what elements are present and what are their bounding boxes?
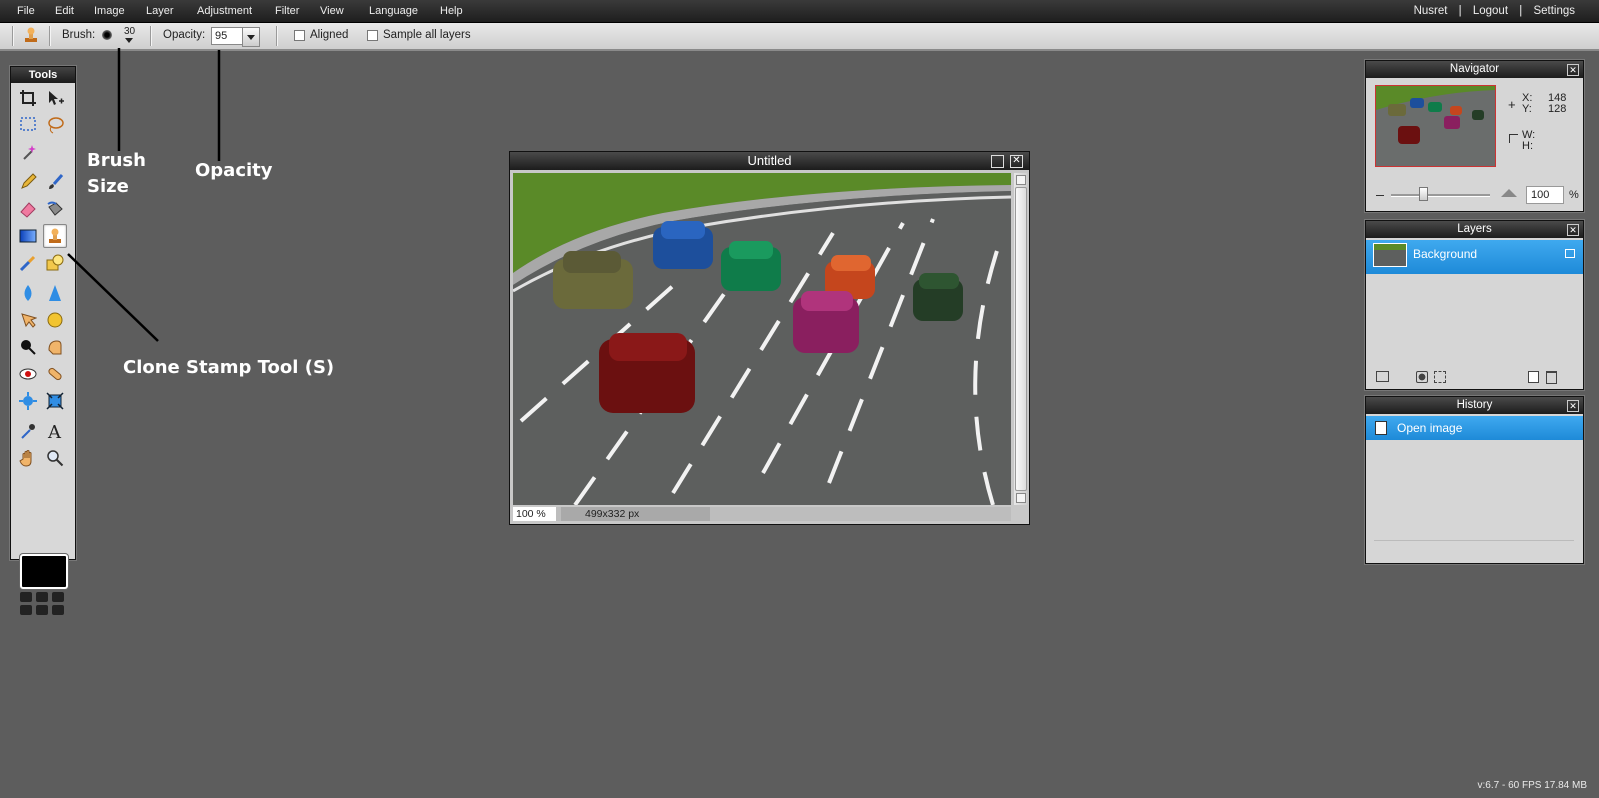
layer-row[interactable]: Background (1366, 240, 1583, 274)
clone-stamp-annotation: Clone Stamp Tool (S) (123, 357, 335, 378)
close-icon[interactable]: ✕ (1567, 64, 1579, 76)
zoom-in-icon[interactable] (1501, 189, 1517, 197)
document-title: Untitled (747, 153, 792, 168)
layers-header[interactable]: Layers ✕ (1366, 221, 1583, 238)
close-icon[interactable]: ✕ (1010, 155, 1023, 168)
document-statusbar: 100 % 499x332 px (513, 507, 1011, 521)
y-value: 128 (1548, 103, 1567, 115)
history-title: History (1456, 399, 1493, 411)
layer-settings-icon[interactable] (1434, 371, 1446, 383)
crosshair-icon: + (1508, 97, 1516, 112)
selection-size-icon (1509, 134, 1518, 143)
zoom-unit: % (1569, 189, 1579, 201)
navigator-thumbnail[interactable] (1375, 85, 1496, 167)
zoom-out-icon[interactable] (1376, 192, 1384, 196)
navigator-zoom-input[interactable]: 100 (1526, 186, 1564, 204)
new-layer-icon[interactable] (1528, 371, 1539, 383)
layer-mask-icon[interactable] (1416, 371, 1428, 383)
scroll-up-icon[interactable] (1016, 175, 1026, 185)
close-icon[interactable]: ✕ (1567, 224, 1579, 236)
brush-size-annotation-line2: Size (87, 176, 129, 197)
layer-name: Background (1413, 247, 1478, 261)
zoom-slider[interactable] (1391, 194, 1490, 197)
divider (1374, 540, 1574, 541)
scroll-thumb[interactable] (1015, 187, 1027, 491)
layer-style-icon[interactable] (1376, 371, 1389, 382)
vertical-scrollbar[interactable] (1014, 173, 1027, 505)
navigator-title: Navigator (1449, 63, 1500, 75)
layers-title: Layers (1457, 223, 1492, 235)
opacity-annotation: Opacity (195, 160, 273, 181)
document-window: Untitled ✕ 100 % 499x332 px (509, 151, 1030, 525)
scroll-down-icon[interactable] (1016, 493, 1026, 503)
zoom-slider-handle[interactable] (1419, 187, 1428, 201)
brush-size-annotation: Brush Size (87, 148, 146, 200)
zoom-level-input[interactable]: 100 % (513, 507, 556, 521)
history-item[interactable]: Open image (1366, 416, 1583, 440)
brush-size-annotation-line1: Brush (87, 150, 146, 171)
history-item-label: Open image (1397, 421, 1463, 435)
h-label: H: (1522, 140, 1533, 152)
document-titlebar[interactable]: Untitled ✕ (510, 152, 1029, 170)
navigator-header[interactable]: Navigator ✕ (1366, 61, 1583, 78)
history-panel: History ✕ Open image (1365, 396, 1584, 564)
layers-panel: Layers ✕ Background (1365, 220, 1584, 390)
image-canvas[interactable] (513, 173, 1011, 505)
close-icon[interactable]: ✕ (1567, 400, 1579, 412)
history-header[interactable]: History ✕ (1366, 397, 1583, 414)
maximize-icon[interactable] (991, 155, 1004, 168)
version-readout: v:6.7 - 60 FPS 17.84 MB (1477, 780, 1588, 791)
navigator-panel: Navigator ✕ + X: 148 Y: 128 W: H: 100 % (1365, 60, 1584, 212)
y-label: Y: (1522, 103, 1532, 115)
document-icon (1375, 421, 1387, 435)
lock-icon (1565, 249, 1575, 258)
thumbnail-grass (1374, 244, 1406, 250)
layer-thumbnail (1373, 243, 1407, 267)
image-size-readout: 499x332 px (561, 507, 710, 521)
delete-layer-icon[interactable] (1546, 371, 1557, 384)
